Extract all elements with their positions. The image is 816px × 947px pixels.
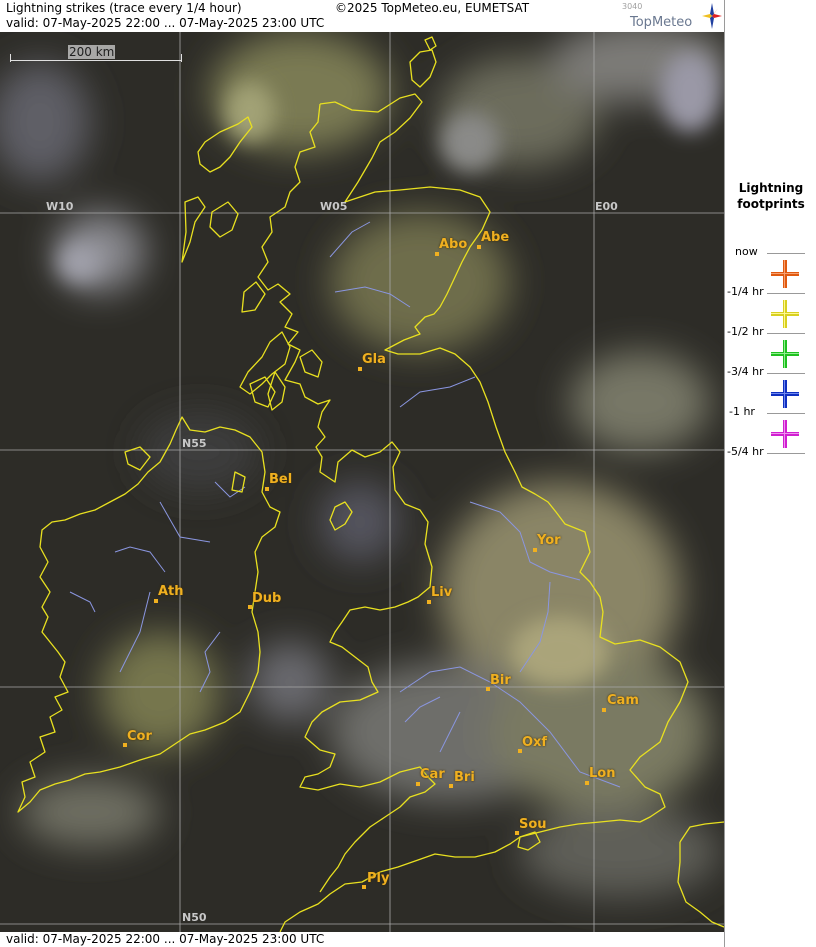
footer-valid-time: valid: 07-May-2025 22:00 ... 07-May-2025… [6,932,325,946]
city-dot-cam [602,708,606,712]
map-graphics [0,32,724,932]
lightning-cross-icon-three-quarter [771,380,799,408]
legend-time-label: now [735,245,758,258]
logo-code: 3040 [622,2,643,11]
logo-name: TopMeteo [630,15,693,30]
lightning-legend: Lightning footprints now -1/4 hr -1/2 hr… [724,0,816,947]
legend-divider [767,293,805,294]
legend-divider [767,333,805,334]
lightning-cross-icon-quarter [771,300,799,328]
city-label: Car [420,767,445,782]
legend-time-label: -3/4 hr [727,365,764,378]
city-label: Lon [589,766,616,781]
grid-label-w10: W10 [46,200,74,213]
satellite-map[interactable]: 200 km W10 W05 E00 N55 N50 Abo Abe Gla B… [0,32,724,932]
city-label: Yor [537,533,561,548]
city-dot-bri [449,784,453,788]
valid-time: valid: 07-May-2025 22:00 ... 07-May-2025… [6,16,325,30]
legend-divider [767,453,805,454]
legend-time-label: -1 hr [729,405,755,418]
lightning-cross-icon-now [771,260,799,288]
city-label: Ath [158,584,184,599]
city-label: Sou [519,817,547,832]
footer-bar: valid: 07-May-2025 22:00 ... 07-May-2025… [0,932,724,947]
grid-label-n50: N50 [182,911,207,924]
city-label: Ply [367,871,390,886]
map-title: Lightning strikes (trace every 1/4 hour) [6,1,242,15]
grid-label-e00: E00 [595,200,618,213]
city-dot-liv [427,600,431,604]
city-dot-abe [477,245,481,249]
scale-label: 200 km [68,45,116,59]
city-label: Oxf [522,735,548,750]
grid-label-w05: W05 [320,200,348,213]
legend-divider [767,253,805,254]
city-label: Bel [269,472,293,487]
compass-star-icon [702,3,722,29]
grid-label-n55: N55 [182,437,207,450]
copyright-text: ©2025 TopMeteo.eu, EUMETSAT [335,1,530,15]
legend-divider [767,413,805,414]
city-label: Dub [252,591,282,606]
header-bar: Lightning strikes (trace every 1/4 hour)… [0,0,724,32]
city-label: Bir [490,673,511,688]
city-dot-car [416,782,420,786]
topmeteo-logo: 3040 TopMeteo [618,2,724,32]
city-label: Gla [362,352,386,367]
city-dot-yor [533,548,537,552]
city-label: Cam [607,693,639,708]
city-label: Liv [431,585,453,600]
city-dot-lon [585,781,589,785]
legend-title-line2: footprints [737,197,805,211]
lightning-cross-icon-half [771,340,799,368]
city-label: Bri [454,770,475,785]
city-label: Cor [127,729,152,744]
city-label: Abe [481,230,510,245]
city-dot-bel [265,487,269,491]
scale-bar: 200 km [10,45,182,62]
legend-time-label: -1/4 hr [727,285,764,298]
city-dot-ath [154,599,158,603]
city-dot-gla [358,367,362,371]
lightning-cross-icon-one-hour [771,420,799,448]
legend-title-line1: Lightning [738,181,804,195]
legend-divider [767,373,805,374]
city-dot-ply [362,885,366,889]
legend-time-label: -1/2 hr [727,325,764,338]
city-label: Abo [439,237,468,252]
legend-time-label: -5/4 hr [727,445,764,458]
city-dot-aberdeen-abo [435,252,439,256]
